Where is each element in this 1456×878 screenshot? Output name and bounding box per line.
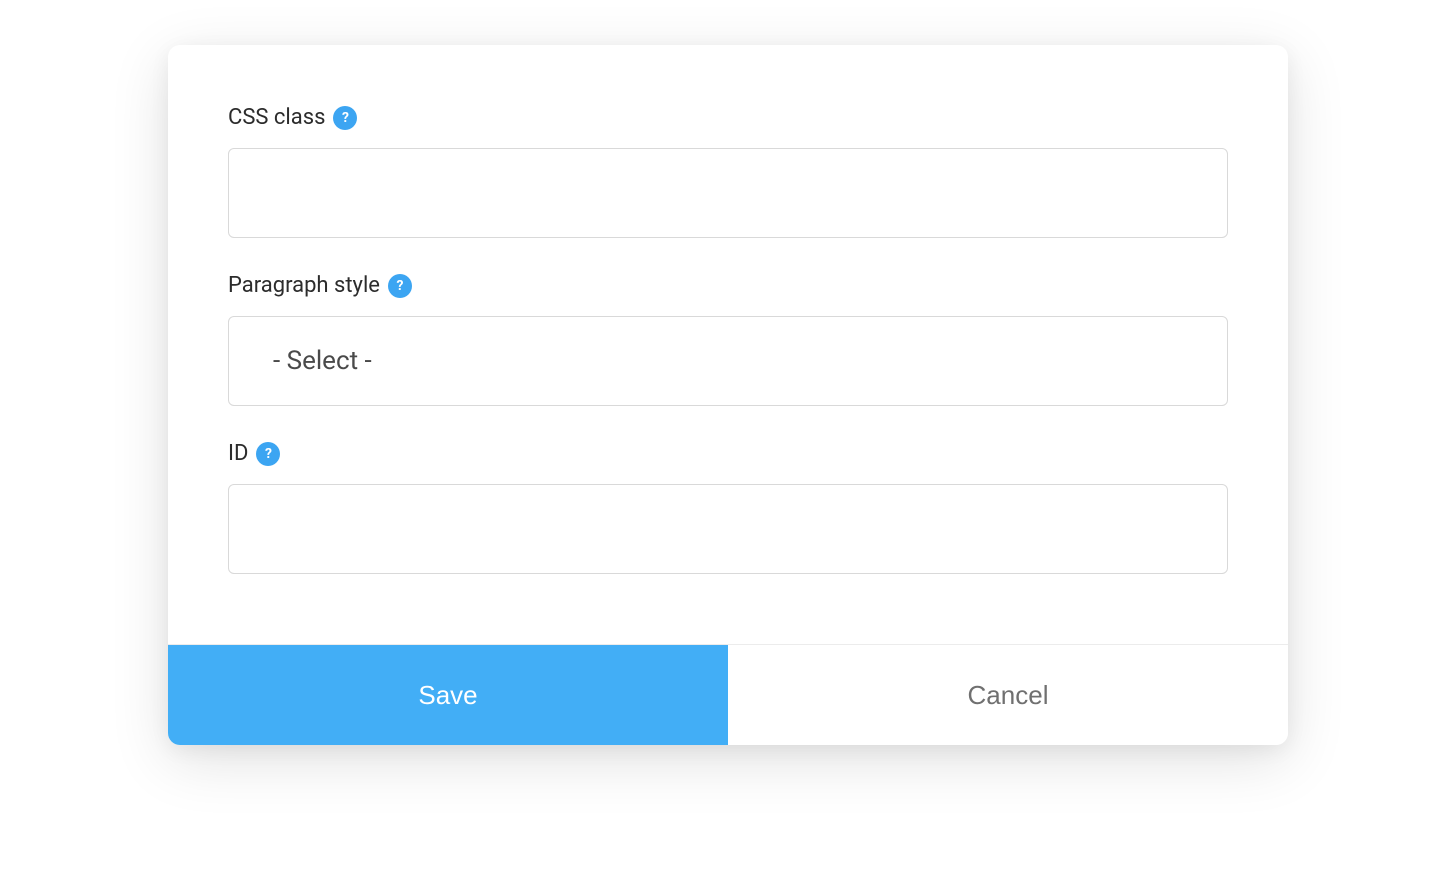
id-input[interactable] bbox=[228, 484, 1228, 574]
paragraph-style-select-wrapper: - Select - bbox=[228, 316, 1228, 406]
css-class-label-row: CSS class ? bbox=[228, 105, 1228, 130]
css-class-input[interactable] bbox=[228, 148, 1228, 238]
id-help-icon[interactable]: ? bbox=[256, 442, 280, 466]
paragraph-style-select[interactable]: - Select - bbox=[228, 316, 1228, 406]
save-button[interactable]: Save bbox=[168, 645, 728, 745]
css-class-help-icon[interactable]: ? bbox=[333, 106, 357, 130]
css-class-label: CSS class bbox=[228, 105, 325, 130]
paragraph-style-label: Paragraph style bbox=[228, 273, 380, 298]
paragraph-style-group: Paragraph style ? - Select - bbox=[228, 273, 1228, 406]
id-group: ID ? bbox=[228, 441, 1228, 574]
form-content: CSS class ? Paragraph style ? - Select -… bbox=[168, 45, 1288, 644]
settings-modal: CSS class ? Paragraph style ? - Select -… bbox=[168, 45, 1288, 745]
paragraph-style-help-icon[interactable]: ? bbox=[388, 274, 412, 298]
id-label-row: ID ? bbox=[228, 441, 1228, 466]
cancel-button[interactable]: Cancel bbox=[728, 645, 1288, 745]
css-class-group: CSS class ? bbox=[228, 105, 1228, 238]
paragraph-style-selected-value: - Select - bbox=[273, 346, 372, 376]
paragraph-style-label-row: Paragraph style ? bbox=[228, 273, 1228, 298]
id-label: ID bbox=[228, 441, 248, 466]
button-row: Save Cancel bbox=[168, 644, 1288, 745]
